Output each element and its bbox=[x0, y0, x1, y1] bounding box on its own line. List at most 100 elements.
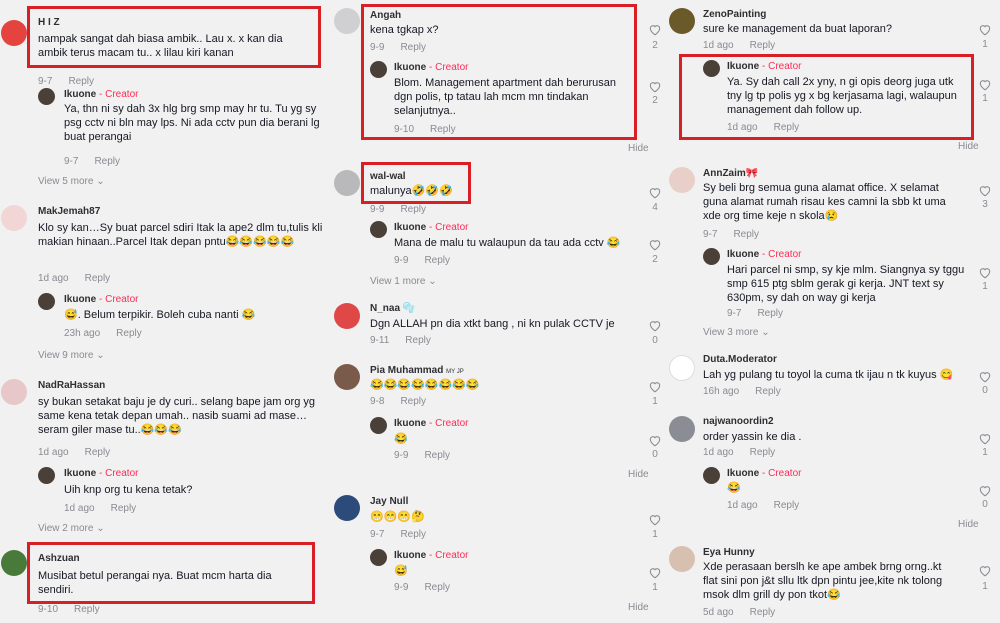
view-more-replies[interactable]: View 5 more ⌄ bbox=[38, 176, 105, 187]
reply-username[interactable]: Ikuone - Creator bbox=[394, 418, 468, 429]
reply-username[interactable]: Ikuone - Creator bbox=[394, 222, 468, 233]
comment-username[interactable]: Jay Null bbox=[370, 496, 408, 507]
reply-username[interactable]: Ikuone - Creator bbox=[394, 550, 468, 561]
creator-avatar[interactable] bbox=[703, 248, 720, 265]
creator-avatar[interactable] bbox=[703, 467, 720, 484]
avatar[interactable] bbox=[334, 364, 360, 390]
avatar[interactable] bbox=[1, 20, 27, 46]
hide-replies-button[interactable]: Hide bbox=[628, 143, 649, 154]
avatar[interactable] bbox=[334, 303, 360, 329]
reply-username[interactable]: Ikuone - Creator bbox=[64, 294, 138, 305]
creator-avatar[interactable] bbox=[370, 549, 387, 566]
reply-button[interactable]: Reply bbox=[400, 529, 426, 540]
view-more-replies[interactable]: View 9 more ⌄ bbox=[38, 350, 105, 361]
avatar[interactable] bbox=[669, 546, 695, 572]
like-button[interactable] bbox=[648, 319, 662, 332]
reply-button[interactable]: Reply bbox=[85, 273, 111, 284]
like-button[interactable] bbox=[648, 513, 662, 526]
reply-button[interactable]: Reply bbox=[400, 396, 426, 407]
reply-button[interactable]: Reply bbox=[774, 500, 800, 511]
reply-button[interactable]: Reply bbox=[94, 156, 120, 167]
comment-username[interactable]: Angah bbox=[370, 10, 401, 21]
reply-username[interactable]: Ikuone - Creator bbox=[727, 249, 801, 260]
reply-button[interactable]: Reply bbox=[750, 447, 776, 458]
comment-username[interactable]: NadRaHassan bbox=[38, 380, 105, 391]
like-button[interactable] bbox=[648, 23, 662, 36]
reply-username[interactable]: Ikuone - Creator bbox=[394, 62, 468, 73]
like-button[interactable] bbox=[978, 23, 992, 36]
avatar[interactable] bbox=[669, 416, 695, 442]
like-button[interactable] bbox=[648, 186, 662, 199]
chevron-down-icon: ⌄ bbox=[96, 350, 105, 361]
reply-username[interactable]: Ikuone - Creator bbox=[64, 89, 138, 100]
creator-avatar[interactable] bbox=[370, 221, 387, 238]
reply-button[interactable]: Reply bbox=[750, 607, 776, 618]
comment-username[interactable]: H I Z bbox=[38, 17, 60, 28]
hide-replies-button[interactable]: Hide bbox=[628, 602, 649, 613]
reply-button[interactable]: Reply bbox=[755, 386, 781, 397]
avatar[interactable] bbox=[669, 355, 695, 381]
like-button[interactable] bbox=[978, 370, 992, 383]
like-button[interactable] bbox=[648, 238, 662, 251]
creator-avatar[interactable] bbox=[703, 60, 720, 77]
creator-avatar[interactable] bbox=[38, 88, 55, 105]
avatar[interactable] bbox=[334, 8, 360, 34]
creator-avatar[interactable] bbox=[38, 467, 55, 484]
like-button[interactable] bbox=[978, 432, 992, 445]
hide-replies-button[interactable]: Hide bbox=[958, 519, 979, 530]
avatar[interactable] bbox=[669, 8, 695, 34]
avatar[interactable] bbox=[334, 495, 360, 521]
hide-replies-button[interactable]: Hide bbox=[628, 469, 649, 480]
comment-username[interactable]: Duta.Moderator bbox=[703, 354, 777, 365]
reply-button[interactable]: Reply bbox=[424, 255, 450, 266]
avatar[interactable] bbox=[1, 205, 27, 231]
like-button[interactable] bbox=[978, 266, 992, 279]
comment-username[interactable]: N_naa 🫧 bbox=[370, 303, 415, 314]
reply-button[interactable]: Reply bbox=[430, 124, 456, 135]
view-more-replies[interactable]: View 1 more ⌄ bbox=[370, 276, 437, 287]
comment-username[interactable]: wal-wal bbox=[370, 171, 406, 182]
reply-button[interactable]: Reply bbox=[424, 582, 450, 593]
reply-button[interactable]: Reply bbox=[774, 122, 800, 133]
avatar[interactable] bbox=[669, 167, 695, 193]
like-button[interactable] bbox=[978, 78, 992, 91]
reply-button[interactable]: Reply bbox=[116, 328, 142, 339]
creator-avatar[interactable] bbox=[370, 61, 387, 78]
avatar[interactable] bbox=[334, 170, 360, 196]
like-button[interactable] bbox=[648, 566, 662, 579]
comment-username[interactable]: Ashzuan bbox=[38, 553, 80, 564]
like-button[interactable] bbox=[648, 380, 662, 393]
reply-button[interactable]: Reply bbox=[400, 204, 426, 215]
reply-button[interactable]: Reply bbox=[85, 447, 111, 458]
creator-avatar[interactable] bbox=[370, 417, 387, 434]
reply-button[interactable]: Reply bbox=[405, 335, 431, 346]
comment-username[interactable]: Eya Hunny bbox=[703, 547, 755, 558]
reply-button[interactable]: Reply bbox=[733, 229, 759, 240]
reply-button[interactable]: Reply bbox=[400, 42, 426, 53]
reply-button[interactable]: Reply bbox=[74, 604, 100, 615]
reply-button[interactable]: Reply bbox=[424, 450, 450, 461]
like-button[interactable] bbox=[648, 80, 662, 93]
comment-username[interactable]: ZenoPainting bbox=[703, 9, 766, 20]
creator-avatar[interactable] bbox=[38, 293, 55, 310]
comment-username[interactable]: najwanoordin2 bbox=[703, 416, 774, 427]
comment-username[interactable]: Pia Muhammad MY JP bbox=[370, 365, 464, 376]
comment-username[interactable]: AnnZaim🎀 bbox=[703, 168, 758, 179]
like-button[interactable] bbox=[978, 184, 992, 197]
reply-button[interactable]: Reply bbox=[750, 40, 776, 51]
like-button[interactable] bbox=[978, 564, 992, 577]
view-more-replies[interactable]: View 2 more ⌄ bbox=[38, 523, 105, 534]
reply-username[interactable]: Ikuone - Creator bbox=[727, 61, 801, 72]
comment-username[interactable]: MakJemah87 bbox=[38, 206, 100, 217]
reply-username[interactable]: Ikuone - Creator bbox=[727, 468, 801, 479]
like-button[interactable] bbox=[648, 434, 662, 447]
reply-username[interactable]: Ikuone - Creator bbox=[64, 468, 138, 479]
view-more-replies[interactable]: View 3 more ⌄ bbox=[703, 327, 770, 338]
like-button[interactable] bbox=[978, 484, 992, 497]
avatar[interactable] bbox=[1, 379, 27, 405]
hide-replies-button[interactable]: Hide bbox=[958, 141, 979, 152]
reply-button[interactable]: Reply bbox=[111, 503, 137, 514]
avatar[interactable] bbox=[1, 550, 27, 576]
reply-button[interactable]: Reply bbox=[757, 308, 783, 319]
reply-text: Ya, thn ni sy dah 3x hlg brg smp may hr … bbox=[64, 103, 320, 143]
